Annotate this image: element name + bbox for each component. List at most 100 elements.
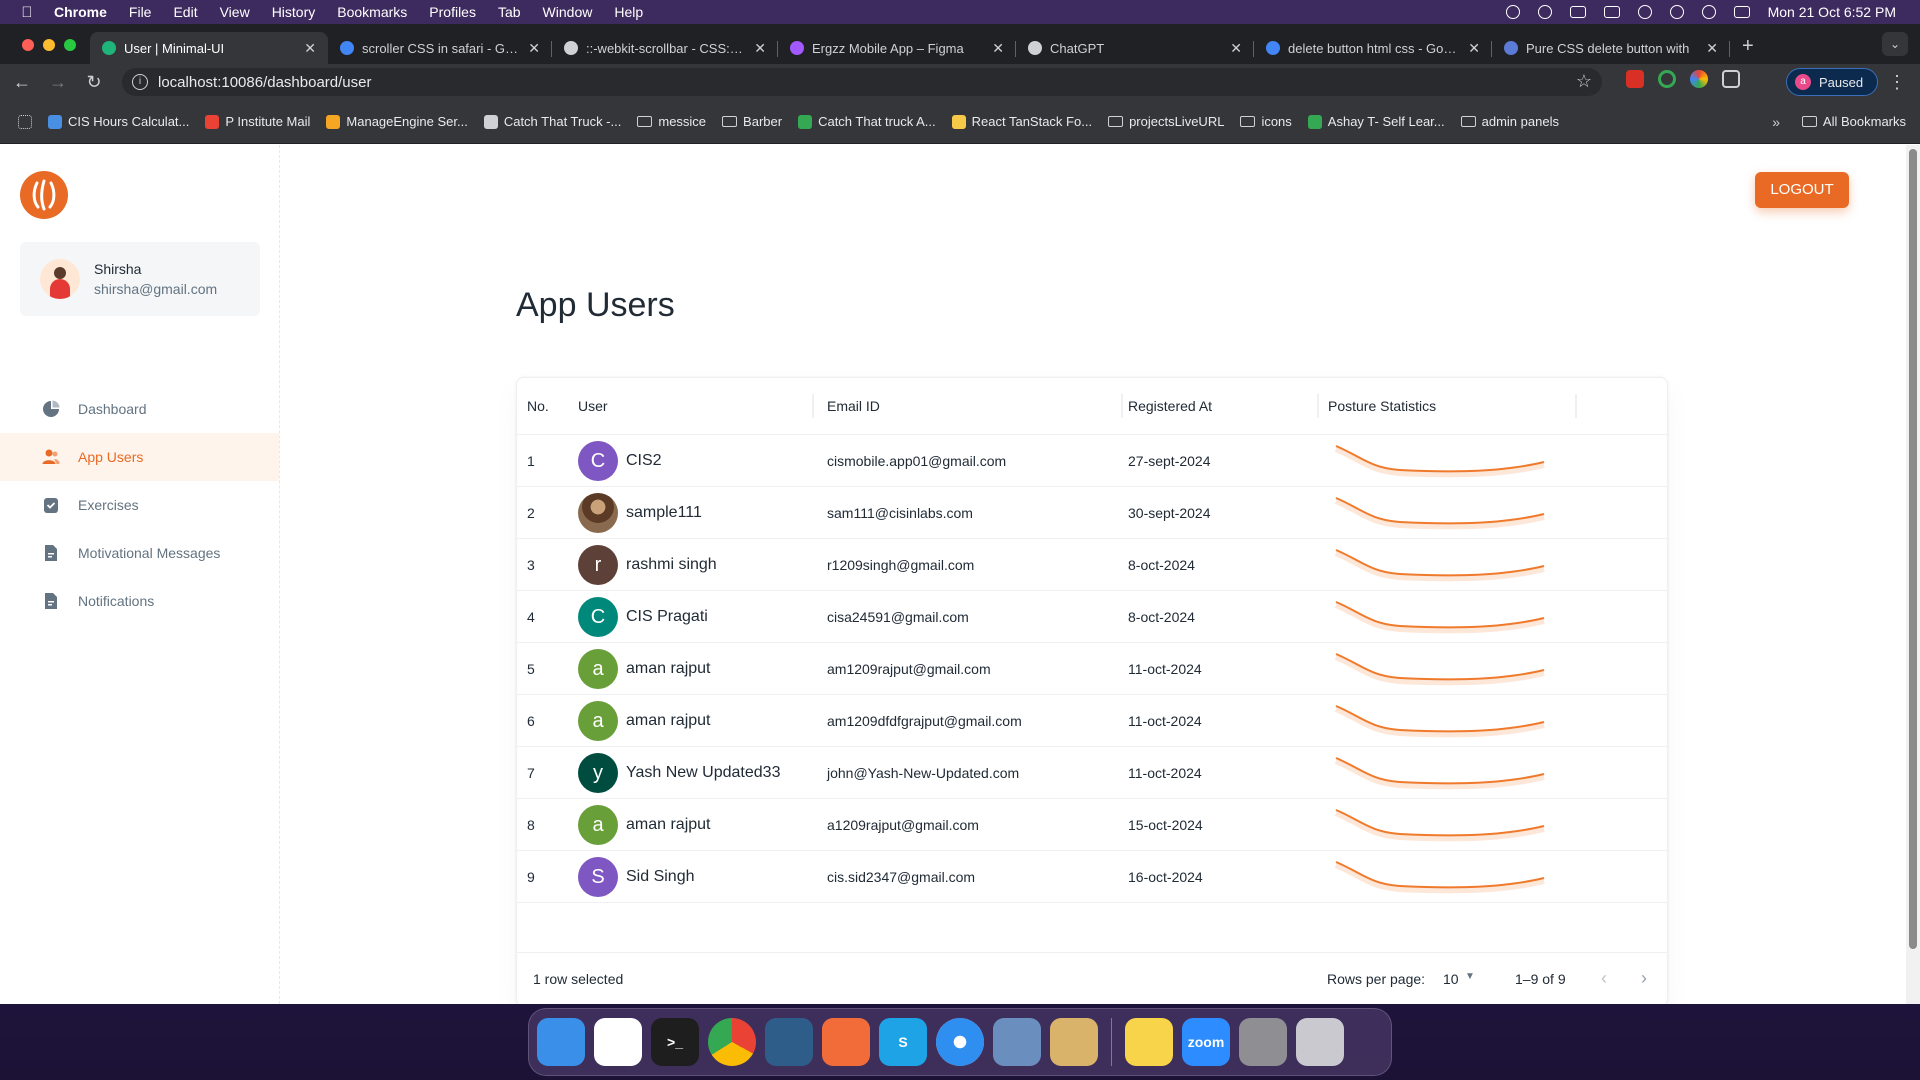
browser-tab[interactable]: Pure CSS delete button with ✕	[1492, 32, 1730, 64]
menu-edit[interactable]: Edit	[173, 4, 197, 20]
previous-page-chevron-icon[interactable]: ‹	[1601, 968, 1607, 989]
mysql-workbench-icon[interactable]	[765, 1018, 813, 1066]
bookmark-item[interactable]: Barber	[722, 114, 782, 129]
bookmark-item[interactable]: admin panels	[1460, 114, 1559, 129]
menu-history[interactable]: History	[272, 4, 316, 20]
trash-icon[interactable]	[1296, 1018, 1344, 1066]
menu-app-name[interactable]: Chrome	[54, 4, 107, 20]
address-bar[interactable]: i localhost:10086/dashboard/user ☆	[122, 68, 1602, 96]
logout-button[interactable]: LOGOUT	[1755, 172, 1849, 208]
menu-view[interactable]: View	[220, 4, 250, 20]
chrome-menu-icon[interactable]: ⋮	[1888, 72, 1906, 93]
back-arrow-icon[interactable]: ←	[4, 72, 40, 93]
zoom-icon[interactable]: zoom	[1182, 1018, 1230, 1066]
menubar-clock[interactable]: Mon 21 Oct 6:52 PM	[1768, 4, 1896, 20]
close-tab-icon[interactable]: ✕	[304, 40, 316, 57]
all-bookmarks-button[interactable]: All Bookmarks	[1801, 114, 1906, 129]
volume-icon[interactable]	[1569, 6, 1586, 18]
forward-arrow-icon[interactable]: →	[40, 72, 76, 93]
minimize-window-button[interactable]	[43, 39, 55, 51]
wifi-icon[interactable]	[1669, 5, 1684, 19]
bookmark-item[interactable]: Catch That truck A...	[798, 114, 936, 129]
table-row[interactable]: 8 a aman rajput a1209rajput@gmail.com 15-oct…	[517, 799, 1667, 851]
scrollbar-thumb[interactable]	[1909, 149, 1917, 949]
menu-window[interactable]: Window	[543, 4, 593, 20]
close-tab-icon[interactable]: ✕	[1706, 40, 1718, 57]
app-logo[interactable]	[20, 171, 68, 219]
sidebar-item-exercises[interactable]: Exercises	[0, 481, 279, 529]
finder-icon[interactable]	[537, 1018, 585, 1066]
apple-menu-icon[interactable]: 	[0, 4, 54, 21]
control-center-icon[interactable]	[1733, 6, 1750, 18]
table-row[interactable]: 9 S Sid Singh cis.sid2347@gmail.com 16-oct-2…	[517, 851, 1667, 903]
close-window-button[interactable]	[22, 39, 34, 51]
table-row[interactable]: 1 C CIS2 cismobile.app01@gmail.com 27-sept-2…	[517, 435, 1667, 487]
next-page-chevron-icon[interactable]: ›	[1641, 968, 1647, 989]
archive-utility-icon[interactable]	[1050, 1018, 1098, 1066]
url-text[interactable]: localhost:10086/dashboard/user	[158, 74, 372, 91]
table-row[interactable]: 3 r rashmi singh r1209singh@gmail.com 8-oct-…	[517, 539, 1667, 591]
browser-tab[interactable]: delete button html css - Google ✕	[1254, 32, 1492, 64]
menu-file[interactable]: File	[129, 4, 152, 20]
column-header-posture[interactable]: Posture Statistics	[1328, 394, 1577, 418]
more-bookmarks-button[interactable]: »	[1772, 114, 1780, 130]
extension-red-icon[interactable]	[1626, 70, 1644, 88]
checkmark-status-icon[interactable]	[1537, 5, 1552, 19]
bookmark-item[interactable]: icons	[1240, 114, 1292, 129]
bookmark-item[interactable]: ManageEngine Ser...	[326, 114, 468, 129]
table-row[interactable]: 2 sample111 sam111@cisinlabs.com 30-sept-20…	[517, 487, 1667, 539]
menu-help[interactable]: Help	[614, 4, 643, 20]
rows-per-page-select[interactable]: 10	[1443, 971, 1459, 987]
browser-tab[interactable]: Ergzz Mobile App – Figma ✕	[778, 32, 1016, 64]
safari-icon[interactable]	[936, 1018, 984, 1066]
chrome-icon[interactable]	[708, 1018, 756, 1066]
close-tab-icon[interactable]: ✕	[1468, 40, 1480, 57]
apps-grid-icon[interactable]	[18, 114, 32, 129]
reload-icon[interactable]: ↻	[76, 72, 112, 93]
table-row[interactable]: 7 y Yash New Updated33 john@Yash-New-Update…	[517, 747, 1667, 799]
new-tab-button[interactable]: +	[1730, 35, 1766, 64]
bookmark-item[interactable]: React TanStack Fo...	[951, 114, 1092, 129]
screen-mirroring-icon[interactable]	[1603, 6, 1620, 18]
bookmark-item[interactable]: projectsLiveURL	[1108, 114, 1224, 129]
browser-tab[interactable]: scroller CSS in safari - Google ✕	[328, 32, 552, 64]
sidebar-item-notifications[interactable]: Notifications	[0, 577, 279, 625]
sidebar-item-app-users[interactable]: App Users	[0, 433, 279, 481]
sidebar-item-motivational-messages[interactable]: Motivational Messages	[0, 529, 279, 577]
tab-search-chevron-icon[interactable]: ⌄	[1882, 32, 1908, 56]
color-picker-extension-icon[interactable]	[1690, 70, 1708, 88]
bookmark-item[interactable]: Catch That Truck -...	[483, 114, 621, 129]
close-tab-icon[interactable]: ✕	[528, 40, 540, 57]
page-scrollbar[interactable]	[1906, 145, 1920, 1004]
pencil-app-icon[interactable]	[822, 1018, 870, 1066]
extensions-puzzle-icon[interactable]	[1722, 70, 1740, 88]
profile-button[interactable]: a Paused	[1786, 68, 1878, 96]
bookmark-item[interactable]: P Institute Mail	[205, 114, 310, 129]
table-row[interactable]: 6 a aman rajput am1209dfdfgrajput@gmail.com…	[517, 695, 1667, 747]
fullscreen-window-button[interactable]	[64, 39, 76, 51]
bookmark-item[interactable]: messice	[637, 114, 706, 129]
close-tab-icon[interactable]: ✕	[992, 40, 1004, 57]
dropdown-caret-icon[interactable]: ▼	[1465, 971, 1475, 982]
notes-icon[interactable]	[1125, 1018, 1173, 1066]
column-header-user[interactable]: User	[578, 394, 814, 418]
account-card[interactable]: Shirsha shirsha@gmail.com	[20, 242, 260, 316]
skype-icon[interactable]: S	[879, 1018, 927, 1066]
column-header-email[interactable]: Email ID	[827, 394, 1123, 418]
browser-tab[interactable]: ::-webkit-scrollbar - CSS: Casc ✕	[552, 32, 778, 64]
table-row[interactable]: 5 a aman rajput am1209rajput@gmail.com 11-oc…	[517, 643, 1667, 695]
terminal-icon[interactable]: >_	[651, 1018, 699, 1066]
extension-green-ring-icon[interactable]	[1658, 70, 1676, 88]
focus-moon-icon[interactable]	[1505, 5, 1520, 19]
bookmark-item[interactable]: CIS Hours Calculat...	[48, 114, 189, 129]
column-header-no[interactable]: No.	[527, 398, 549, 416]
site-info-icon[interactable]: i	[132, 74, 148, 90]
close-tab-icon[interactable]: ✕	[1230, 40, 1242, 57]
browser-tab[interactable]: User | Minimal-UI ✕	[90, 32, 328, 64]
close-tab-icon[interactable]: ✕	[754, 40, 766, 57]
menu-bookmarks[interactable]: Bookmarks	[337, 4, 407, 20]
bluetooth-icon[interactable]	[1637, 5, 1652, 19]
vscode-icon[interactable]	[594, 1018, 642, 1066]
bookmark-star-icon[interactable]: ☆	[1576, 71, 1592, 92]
column-header-registered[interactable]: Registered At	[1128, 394, 1319, 418]
